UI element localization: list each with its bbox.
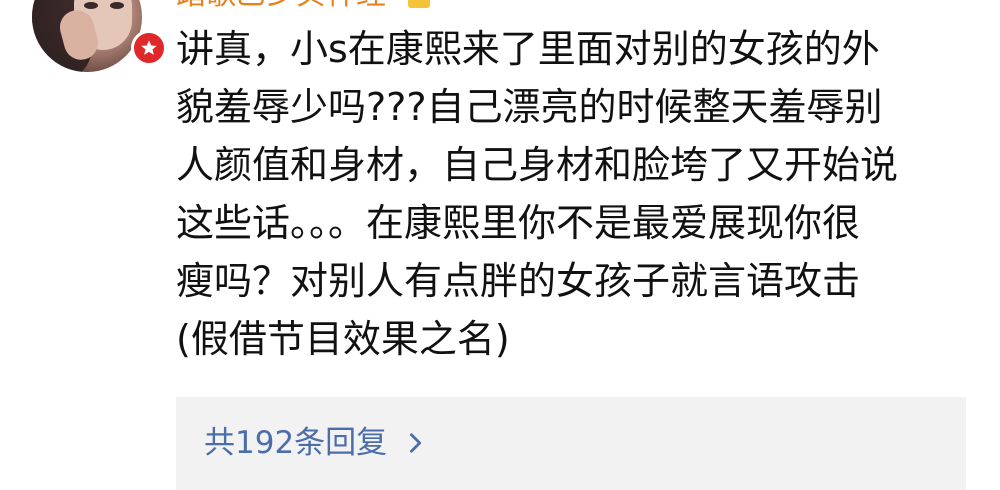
crown-icon — [408, 0, 430, 8]
comment-line: 瘦吗？对别人有点胖的女孩子就言语攻击 — [176, 259, 861, 303]
comment-line: 人颜值和身材，自己身材和脸垮了又开始说 — [176, 143, 899, 187]
author-avatar[interactable] — [32, 0, 167, 72]
comment-line: 这些话。。。在康熙里你不是最爱展现你很 — [176, 201, 861, 245]
avatar-eye — [84, 2, 98, 9]
comment-line: 貌羞辱少吗???自己漂亮的时候整天羞辱别 — [176, 85, 883, 129]
star-icon — [141, 40, 157, 55]
avatar[interactable] — [32, 0, 142, 72]
vip-badge-icon — [131, 30, 167, 66]
view-replies-link[interactable]: 共192条回复 — [204, 425, 427, 461]
author-name[interactable]: 踏歌乙乡贝神经 — [176, 0, 496, 12]
comment-line: 讲真，小s在康熙来了里面对别的女孩的外 — [176, 27, 880, 71]
avatar-eye — [110, 2, 124, 9]
replies-count-label[interactable]: 共192条回复 — [204, 425, 387, 461]
comment-line: (假借节目效果之名) — [176, 317, 510, 361]
replies-panel: 共192条回复 — [176, 397, 966, 490]
chevron-right-icon[interactable] — [405, 432, 427, 454]
comment-text: 讲真，小s在康熙来了里面对别的女孩的外 貌羞辱少吗???自己漂亮的时候整天羞辱别… — [176, 20, 976, 368]
